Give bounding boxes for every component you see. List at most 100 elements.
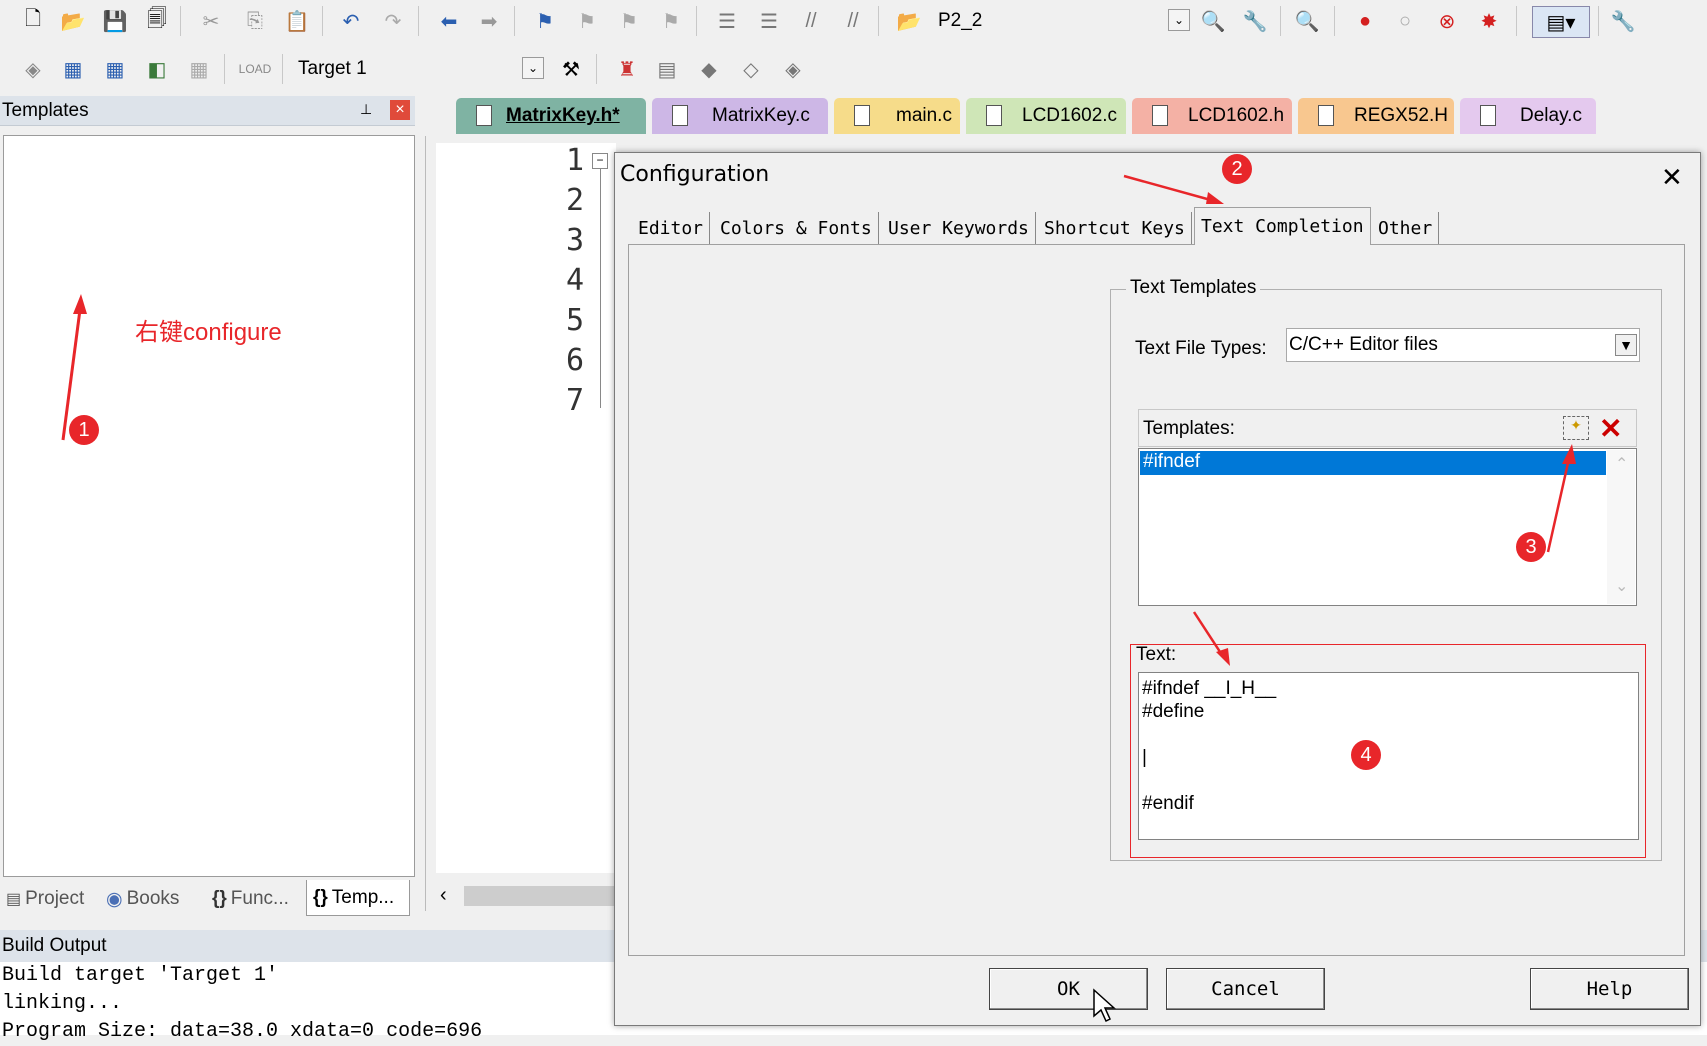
scroll-thumb[interactable] xyxy=(464,886,614,906)
help-button[interactable]: Help xyxy=(1530,968,1689,1010)
fold-marker-icon[interactable]: − xyxy=(592,153,608,169)
target-select-value: Target 1 xyxy=(298,58,367,79)
toolbar-separator xyxy=(596,54,597,84)
toolbar-separator xyxy=(322,6,323,36)
save-all-icon[interactable]: 🗐 xyxy=(142,6,172,36)
chevron-down-icon[interactable]: ⌄ xyxy=(522,57,544,79)
save-icon[interactable]: 💾 xyxy=(100,6,130,36)
open-file-icon[interactable]: 📂 xyxy=(58,6,88,36)
chevron-down-icon[interactable]: ▼ xyxy=(1615,334,1637,356)
breakpoint-disable-icon[interactable]: ○ xyxy=(1390,6,1420,36)
new-file-icon[interactable]: 🗋 xyxy=(18,6,48,36)
file-types-select[interactable]: C/C++ Editor files ▼ xyxy=(1286,328,1640,362)
templates-panel-body[interactable] xyxy=(3,135,415,877)
file-types-value: C/C++ Editor files xyxy=(1289,334,1438,355)
build-icon[interactable]: ▦ xyxy=(58,54,88,84)
rte-icon[interactable]: ◈ xyxy=(778,54,808,84)
annotation-highlight-box xyxy=(1130,644,1646,858)
configure-wrench-icon[interactable]: 🔧 xyxy=(1608,6,1638,36)
list-item[interactable]: #ifndef xyxy=(1140,451,1606,475)
nav-back-icon[interactable]: ⬅ xyxy=(434,6,464,36)
bookmark-prev-icon[interactable]: ⚑ xyxy=(572,6,602,36)
cut-icon[interactable]: ✂ xyxy=(196,6,226,36)
batch-build-icon[interactable]: ◧ xyxy=(142,54,172,84)
line-number: 3 xyxy=(565,223,584,258)
select-pack-icon[interactable]: ◇ xyxy=(736,54,766,84)
new-template-icon[interactable]: ✦ xyxy=(1563,416,1589,440)
fold-line xyxy=(600,168,601,408)
dialog-close-icon[interactable]: ✕ xyxy=(1661,162,1683,193)
cancel-button[interactable]: Cancel xyxy=(1166,968,1325,1010)
scroll-down-icon[interactable]: ⌄ xyxy=(1615,576,1628,596)
bookmark-clear-icon[interactable]: ⚑ xyxy=(656,6,686,36)
editor-tab-label: main.c xyxy=(896,105,952,126)
editor-tab-matrixkey-h[interactable]: MatrixKey.h* xyxy=(456,98,646,134)
main-toolbar: 🗋 📂 💾 🗐 ✂ ⎘ 📋 ↶ ↷ ⬅ ➡ ⚑ ⚑ ⚑ ⚑ ☰ ☰ // // … xyxy=(0,0,1650,46)
manage-packs-icon[interactable]: ◆ xyxy=(694,54,724,84)
indent-icon[interactable]: ☰ xyxy=(712,6,742,36)
scroll-left-icon[interactable]: ‹ xyxy=(440,884,447,907)
find-combo[interactable]: P2_2 ⌄ xyxy=(930,6,1192,36)
tab-colors-fonts[interactable]: Colors & Fonts xyxy=(714,212,879,244)
line-number: 7 xyxy=(565,383,584,418)
download-icon[interactable]: LOAD xyxy=(239,54,272,84)
bookmark-icon[interactable]: ⚑ xyxy=(530,6,560,36)
debug-icon[interactable]: 🔍 xyxy=(1292,6,1322,36)
tab-functions[interactable]: {} Func... xyxy=(212,884,289,914)
comment-icon[interactable]: // xyxy=(796,6,826,36)
stop-build-icon[interactable]: ▦ xyxy=(184,54,214,84)
annotation-arrow-3 xyxy=(1546,444,1576,553)
toolbar-separator xyxy=(514,6,515,36)
dialog-title: Configuration xyxy=(620,162,770,187)
delete-template-icon[interactable]: ✕ xyxy=(1599,412,1622,445)
redo-icon[interactable]: ↷ xyxy=(378,6,408,36)
editor-tab-regx52-h[interactable]: REGX52.H xyxy=(1298,98,1454,134)
tab-project[interactable]: ▤ Project xyxy=(6,884,84,914)
unindent-icon[interactable]: ☰ xyxy=(754,6,784,36)
ok-button[interactable]: OK xyxy=(989,968,1148,1010)
paste-icon[interactable]: 📋 xyxy=(282,6,312,36)
incremental-find-icon[interactable]: 🔧 xyxy=(1240,6,1270,36)
tab-other[interactable]: Other xyxy=(1372,212,1440,244)
line-number-gutter: 1 2 3 4 5 6 7 − xyxy=(436,143,616,873)
pin-icon[interactable]: ⊥ xyxy=(360,101,372,118)
find-icon[interactable]: 🔍 xyxy=(1198,6,1228,36)
scroll-up-icon[interactable]: ⌃ xyxy=(1615,454,1628,474)
window-layout-icon[interactable]: ▤▾ xyxy=(1532,6,1590,38)
copy-icon[interactable]: ⎘ xyxy=(240,6,270,36)
translate-icon[interactable]: ◈ xyxy=(18,54,48,84)
bookmark-next-icon[interactable]: ⚑ xyxy=(614,6,644,36)
target-options-icon[interactable]: ⚒ xyxy=(556,54,586,84)
file-types-label: Text File Types: xyxy=(1135,338,1267,359)
find-combo-value: P2_2 xyxy=(938,10,983,31)
tab-books[interactable]: ◉ Books xyxy=(106,884,179,914)
editor-hscrollbar[interactable]: ‹ xyxy=(432,882,617,910)
breakpoint-disable-all-icon[interactable]: ⊗ xyxy=(1432,6,1462,36)
undo-icon[interactable]: ↶ xyxy=(336,6,366,36)
editor-tab-lcd1602-c[interactable]: LCD1602.c xyxy=(966,98,1126,134)
editor-tab-delay-c[interactable]: Delay.c xyxy=(1460,98,1596,134)
build-output-title-text: Build Output xyxy=(2,935,107,956)
editor-tab-main-c[interactable]: main.c xyxy=(834,98,960,134)
uncomment-icon[interactable]: // xyxy=(838,6,868,36)
manage-components-icon[interactable]: ♜ xyxy=(612,54,642,84)
tab-editor[interactable]: Editor xyxy=(632,212,711,244)
tab-shortcut-keys[interactable]: Shortcut Keys xyxy=(1038,212,1192,244)
breakpoint-icon[interactable]: ● xyxy=(1350,6,1380,36)
tab-templates[interactable]: {} Temp... xyxy=(306,880,410,916)
find-in-files-icon[interactable]: 📂 xyxy=(894,6,924,36)
close-icon[interactable]: × xyxy=(390,100,410,120)
editor-tab-lcd1602-h[interactable]: LCD1602.h xyxy=(1132,98,1292,134)
toolbar-separator xyxy=(1334,6,1335,36)
breakpoint-kill-all-icon[interactable]: ✸ xyxy=(1474,6,1504,36)
tab-text-completion[interactable]: Text Completion xyxy=(1194,207,1371,245)
file-extensions-icon[interactable]: ▤ xyxy=(652,54,682,84)
rebuild-icon[interactable]: ▦ xyxy=(100,54,130,84)
list-vscrollbar[interactable]: ⌃ ⌄ xyxy=(1607,450,1635,604)
editor-tab-matrixkey-c[interactable]: MatrixKey.c xyxy=(652,98,828,134)
target-select[interactable]: Target 1 ⌄ xyxy=(290,54,546,84)
toolbar-separator xyxy=(696,6,697,36)
chevron-down-icon[interactable]: ⌄ xyxy=(1168,9,1190,31)
nav-forward-icon[interactable]: ➡ xyxy=(474,6,504,36)
tab-user-keywords[interactable]: User Keywords xyxy=(882,212,1036,244)
